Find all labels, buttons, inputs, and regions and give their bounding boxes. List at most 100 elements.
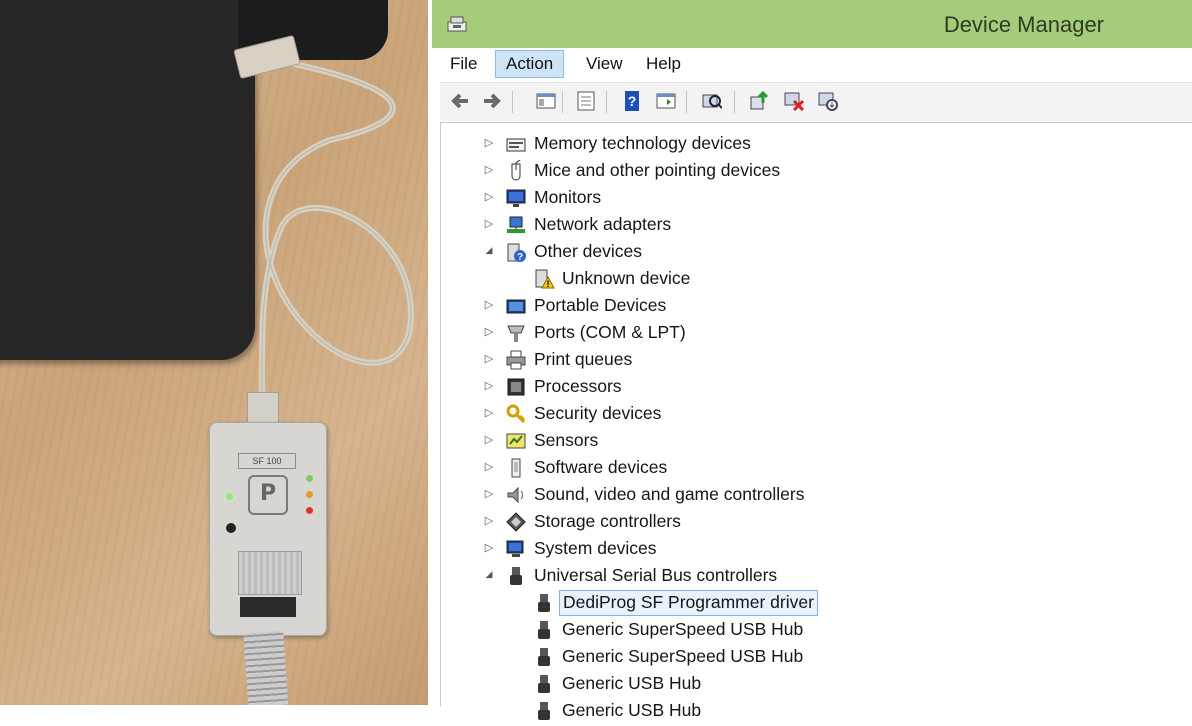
tree-category[interactable]: ◢ Universal Serial Bus controllers — [441, 562, 1181, 589]
tree-category[interactable]: ▷ Sensors — [441, 427, 1181, 454]
tree-category[interactable]: ▷ Portable Devices — [441, 292, 1181, 319]
dediprog-logo: P — [248, 475, 288, 515]
disable-device-button[interactable] — [814, 90, 840, 114]
tree-category[interactable]: ▷ Security devices — [441, 400, 1181, 427]
expanded-arrow-icon[interactable]: ◢ — [483, 245, 495, 257]
collapsed-arrow-icon[interactable]: ▷ — [483, 515, 495, 527]
tree-device[interactable]: Generic USB Hub — [441, 670, 1181, 697]
forward-arrow-icon — [480, 89, 502, 115]
tree-item-label: Processors — [534, 376, 622, 396]
svg-text:?: ? — [517, 252, 523, 263]
collapsed-arrow-icon[interactable]: ▷ — [483, 326, 495, 338]
properties-icon — [574, 89, 596, 115]
expanded-arrow-icon[interactable]: ◢ — [483, 569, 495, 581]
action-pane-button[interactable] — [652, 90, 678, 114]
back-arrow-icon — [448, 89, 470, 115]
menu-view[interactable]: View — [576, 50, 633, 78]
processor-icon — [505, 376, 527, 398]
action-pane-icon — [654, 89, 676, 115]
usb-plug-icon — [533, 700, 555, 722]
storage-controller-icon — [505, 511, 527, 533]
tree-device[interactable]: Generic SuperSpeed USB Hub — [441, 643, 1181, 670]
forward-arrow-button[interactable] — [478, 90, 504, 114]
collapsed-arrow-icon[interactable]: ▷ — [483, 488, 495, 500]
collapsed-arrow-icon[interactable]: ▷ — [483, 407, 495, 419]
tree-category[interactable]: ▷ Monitors — [441, 184, 1181, 211]
tree-item-label: Generic SuperSpeed USB Hub — [562, 646, 804, 666]
tree-item-label: Other devices — [534, 241, 642, 261]
tree-category[interactable]: ▷ Software devices — [441, 454, 1181, 481]
isp-socket — [240, 597, 296, 617]
collapsed-arrow-icon[interactable]: ▷ — [483, 461, 495, 473]
tree-category[interactable]: ▷ System devices — [441, 535, 1181, 562]
disable-device-icon — [816, 89, 838, 115]
tree-device[interactable]: ! Unknown device — [441, 265, 1181, 292]
power-led — [226, 493, 233, 500]
collapsed-arrow-icon[interactable]: ▷ — [483, 380, 495, 392]
uninstall-device-button[interactable] — [780, 90, 806, 114]
tree-category[interactable]: ▷ Storage controllers — [441, 508, 1181, 535]
collapsed-arrow-icon[interactable]: ▷ — [483, 434, 495, 446]
tree-item-label: Sensors — [534, 430, 599, 450]
monitor-icon — [505, 187, 527, 209]
device-tree[interactable]: ▷ Memory technology devices ▷ Mice and othe… — [440, 122, 1192, 720]
sensor-icon — [505, 430, 527, 452]
tree-item-label: Generic SuperSpeed USB Hub — [562, 619, 804, 639]
collapsed-arrow-icon[interactable]: ▷ — [483, 137, 495, 149]
title-bar[interactable]: Device Manager — [432, 0, 1192, 48]
tree-category[interactable]: ▷ Memory technology devices — [441, 130, 1181, 157]
window-title: Device Manager — [943, 12, 1104, 37]
tree-item-label: Software devices — [534, 457, 668, 477]
ribbon-cable — [243, 630, 289, 705]
svg-text:?: ? — [628, 93, 637, 109]
properties-button[interactable] — [572, 90, 598, 114]
collapsed-arrow-icon[interactable]: ▷ — [483, 218, 495, 230]
security-key-icon — [505, 403, 527, 425]
tree-item-label: Security devices — [534, 403, 662, 423]
tree-category[interactable]: ▷ Ports (COM & LPT) — [441, 319, 1181, 346]
tree-item-label: Generic USB Hub — [562, 700, 702, 720]
tree-category[interactable]: ▷ Mice and other pointing devices — [441, 157, 1181, 184]
tree-category[interactable]: ▷ Network adapters — [441, 211, 1181, 238]
tree-device[interactable]: Generic USB Hub — [441, 697, 1181, 724]
toolbar-separator — [562, 91, 563, 113]
usb-plug-icon — [533, 592, 555, 614]
tree-item-label: Memory technology devices — [534, 133, 751, 153]
update-driver-icon — [748, 89, 770, 115]
tree-item-label: Unknown device — [562, 268, 691, 288]
svg-text:!: ! — [547, 279, 550, 289]
tree-category[interactable]: ◢? Other devices — [441, 238, 1181, 265]
tree-device[interactable]: Generic SuperSpeed USB Hub — [441, 616, 1181, 643]
tree-item-label: Network adapters — [534, 214, 672, 234]
menu-help[interactable]: Help — [636, 50, 691, 78]
tree-category[interactable]: ▷ Sound, video and game controllers — [441, 481, 1181, 508]
portable-device-icon — [505, 295, 527, 317]
tree-item-label: Storage controllers — [534, 511, 681, 531]
tree-item-label: Generic USB Hub — [562, 673, 702, 693]
tree-category[interactable]: ▷ Processors — [441, 373, 1181, 400]
show-hide-console-tree-button[interactable] — [532, 90, 558, 114]
back-arrow-button[interactable] — [446, 90, 472, 114]
tree-item-label: System devices — [534, 538, 657, 558]
help-button[interactable]: ? — [618, 90, 644, 114]
scan-hardware-changes-icon — [700, 89, 723, 115]
tree-category[interactable]: ▷ Print queues — [441, 346, 1181, 373]
status-led-green — [306, 475, 313, 482]
update-driver-button[interactable] — [746, 90, 772, 114]
usb-plug-device — [247, 392, 279, 426]
menu-action[interactable]: Action — [495, 50, 565, 78]
scan-hardware-changes-button[interactable] — [698, 90, 724, 114]
collapsed-arrow-icon[interactable]: ▷ — [483, 164, 495, 176]
collapsed-arrow-icon[interactable]: ▷ — [483, 299, 495, 311]
tree-item-label: DediProg SF Programmer driver — [559, 590, 818, 616]
collapsed-arrow-icon[interactable]: ▷ — [483, 542, 495, 554]
menu-file[interactable]: File — [440, 50, 487, 78]
toolbar: ? — [440, 82, 1192, 121]
programmer-photo: SF 100 P — [0, 0, 428, 705]
collapsed-arrow-icon[interactable]: ▷ — [483, 353, 495, 365]
system-device-icon — [505, 538, 527, 560]
tree-device[interactable]: DediProg SF Programmer driver — [441, 589, 1181, 616]
collapsed-arrow-icon[interactable]: ▷ — [483, 191, 495, 203]
unknown-device-warning-icon: ! — [533, 268, 555, 290]
uninstall-device-icon — [782, 89, 805, 115]
